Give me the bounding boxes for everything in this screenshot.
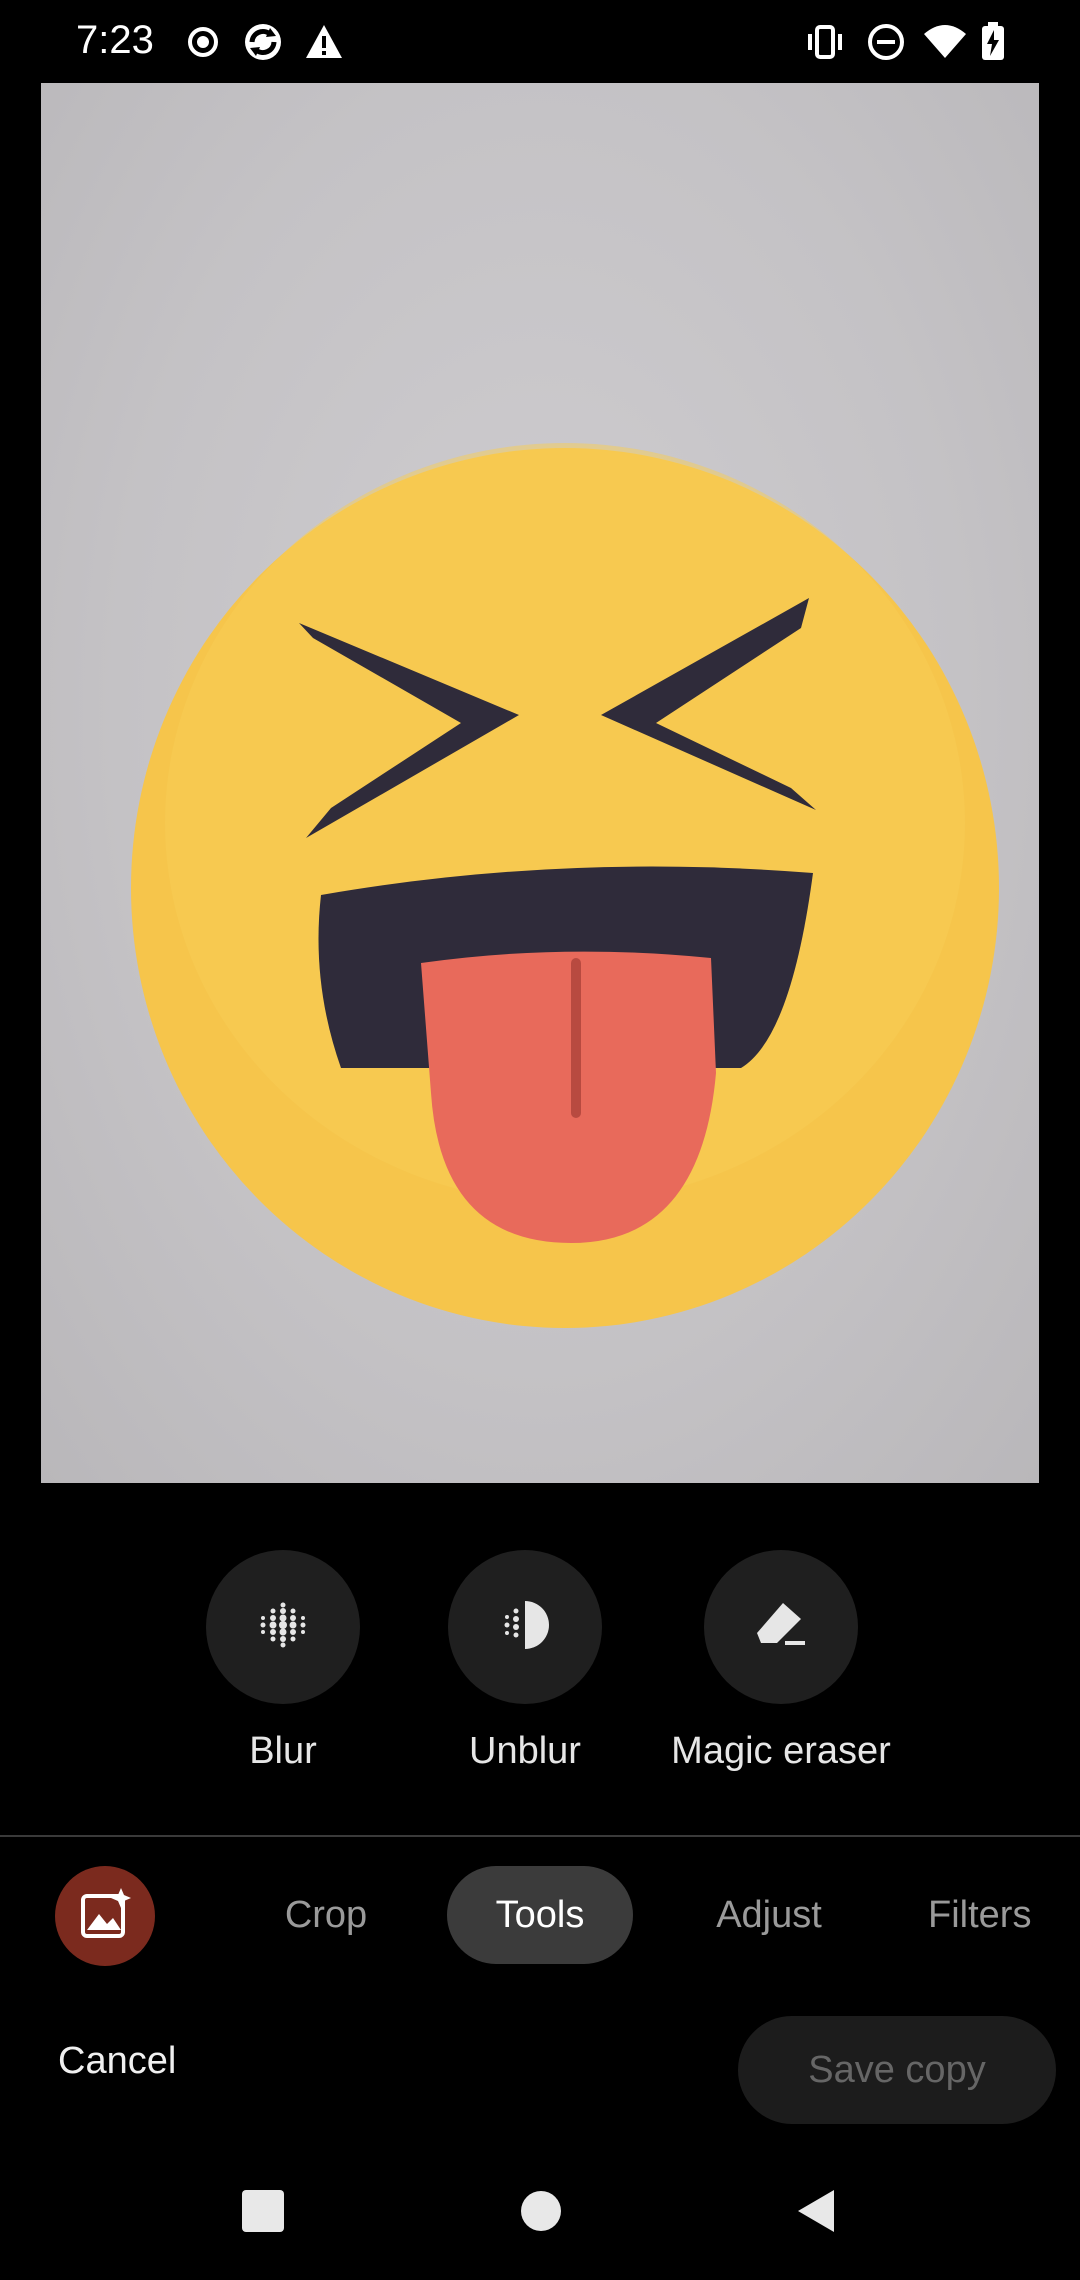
- tool-magic-eraser[interactable]: Magic eraser: [661, 1550, 901, 1773]
- battery-charging-icon: [980, 22, 1006, 67]
- recents-icon[interactable]: [240, 2188, 286, 2239]
- tool-unblur[interactable]: Unblur: [405, 1550, 645, 1773]
- tab-adjust[interactable]: Adjust: [692, 1866, 846, 1964]
- magic-eraser-label: Magic eraser: [671, 1730, 891, 1772]
- unblur-label: Unblur: [469, 1730, 581, 1772]
- status-bar: 7:23: [0, 0, 1080, 84]
- warning-icon: [304, 22, 344, 67]
- vibrate-icon: [804, 22, 846, 67]
- blur-button[interactable]: [206, 1550, 360, 1704]
- cancel-button[interactable]: Cancel: [58, 2040, 176, 2083]
- record-icon: [186, 22, 220, 67]
- save-copy-button[interactable]: Save copy: [738, 2016, 1056, 2124]
- dnd-icon: [866, 22, 906, 67]
- tab-tools[interactable]: Tools: [447, 1866, 633, 1964]
- back-icon[interactable]: [794, 2188, 840, 2239]
- divider: [0, 1835, 1080, 1837]
- emoji-image: [131, 443, 999, 1328]
- magic-photo-icon: [77, 1886, 133, 1947]
- tab-crop[interactable]: Crop: [262, 1866, 390, 1964]
- magic-eraser-button[interactable]: [704, 1550, 858, 1704]
- home-icon[interactable]: [518, 2188, 564, 2239]
- suggestions-button[interactable]: [55, 1866, 155, 1966]
- blur-label: Blur: [249, 1730, 317, 1772]
- blur-icon: [255, 1597, 311, 1658]
- status-time: 7:23: [76, 18, 154, 62]
- sync-icon: [240, 22, 286, 67]
- unblur-icon: [497, 1597, 553, 1658]
- unblur-button[interactable]: [448, 1550, 602, 1704]
- photo-preview[interactable]: [41, 83, 1039, 1483]
- tab-filters[interactable]: Filters: [928, 1866, 1080, 1964]
- tool-blur[interactable]: Blur: [163, 1550, 403, 1773]
- eraser-icon: [751, 1597, 811, 1658]
- wifi-icon: [922, 22, 968, 67]
